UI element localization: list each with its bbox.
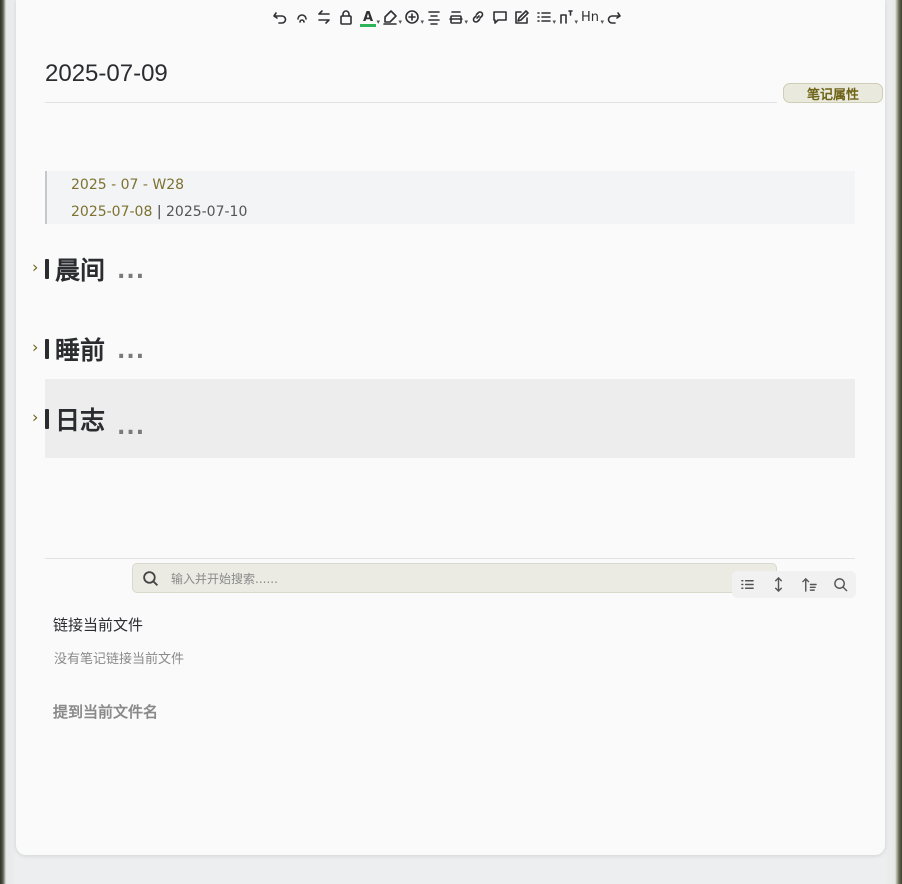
undo-button[interactable] xyxy=(270,7,290,27)
align-button[interactable] xyxy=(424,7,444,27)
link-icon xyxy=(472,11,484,23)
week-link[interactable]: 2025 - 07 - W28 xyxy=(71,177,184,193)
window-edge-right xyxy=(884,0,902,884)
text-color-icon: A xyxy=(362,9,374,25)
comment-button[interactable] xyxy=(490,7,510,27)
sort-button[interactable] xyxy=(799,574,821,596)
highlighter-button[interactable]: ▾ xyxy=(380,7,402,27)
backlinks-tools xyxy=(732,571,856,598)
backlinks-search-input[interactable] xyxy=(169,568,763,590)
list-icon xyxy=(741,580,754,589)
unlinked-mentions-title[interactable]: 提到当前文件名 xyxy=(53,701,158,722)
linked-mentions-title[interactable]: 链接当前文件 xyxy=(53,614,143,635)
comment-icon xyxy=(493,11,507,24)
heading-icon: Hn xyxy=(580,9,599,25)
text-color-swatch xyxy=(360,24,376,27)
list-button[interactable]: ▾ xyxy=(534,7,556,27)
chevron-right-icon[interactable]: › xyxy=(32,337,38,356)
expand-vertical-icon xyxy=(774,577,783,592)
window-edge-left xyxy=(0,0,16,884)
heading-text[interactable]: 睡前 xyxy=(55,331,105,367)
add-circle-icon xyxy=(405,10,419,24)
list-icon xyxy=(537,12,551,22)
swap-button[interactable] xyxy=(314,7,334,27)
superscript-button[interactable]: ▾ xyxy=(556,7,578,27)
collapsed-indicator[interactable]: ... xyxy=(117,259,145,284)
link-cycle-button[interactable] xyxy=(292,7,312,27)
heading-row-morning: › 晨间 ... xyxy=(32,229,855,308)
swap-icon xyxy=(318,10,330,24)
heading-marker xyxy=(45,338,49,359)
heading-row-journal: › 日志 ... xyxy=(32,379,855,458)
heading-row-bedtime: › 睡前 ... xyxy=(32,309,855,388)
next-day-link[interactable]: 2025-07-10 xyxy=(166,204,247,220)
search-icon xyxy=(143,571,159,587)
insert-link-button[interactable] xyxy=(468,7,488,27)
collapsed-indicator[interactable]: ... xyxy=(117,339,145,364)
note-title[interactable]: 2025-07-09 xyxy=(45,60,777,103)
link-cycle-icon xyxy=(297,14,307,23)
sort-icon xyxy=(802,577,817,592)
prev-day-link[interactable]: 2025-07-08 xyxy=(71,204,152,220)
undo-icon xyxy=(273,12,287,24)
align-icon xyxy=(428,11,440,25)
expand-button[interactable] xyxy=(768,574,790,596)
note-properties-button[interactable]: 笔记属性 xyxy=(783,83,883,103)
text-color-button[interactable]: A ▾ xyxy=(358,7,380,27)
heading-text[interactable]: 晨间 xyxy=(55,251,105,287)
redo-icon xyxy=(607,12,621,24)
search-icon xyxy=(834,578,848,592)
superscript-icon xyxy=(560,10,573,24)
editing-toolbar: A ▾ ▾ ▾ ▾ ▾ ▾ Hn ▾ xyxy=(270,6,624,28)
backlinks-divider xyxy=(45,558,855,559)
note-panel: A ▾ ▾ ▾ ▾ ▾ ▾ Hn ▾ 2025-07-09 笔记属性 2025 … xyxy=(16,0,885,855)
collapsed-indicator[interactable]: ... xyxy=(117,415,145,440)
backlinks-search xyxy=(132,563,777,593)
heading-marker xyxy=(45,258,49,279)
edit-button[interactable] xyxy=(512,7,532,27)
search-toggle-button[interactable] xyxy=(830,574,852,596)
chevron-right-icon[interactable]: › xyxy=(32,407,38,426)
lock-button[interactable] xyxy=(336,7,356,27)
highlighter-icon xyxy=(383,10,397,25)
strikethrough-box-icon xyxy=(449,11,463,24)
redo-button[interactable] xyxy=(604,7,624,27)
strikethrough-box-button[interactable]: ▾ xyxy=(446,7,468,27)
heading-text[interactable]: 日志 xyxy=(55,401,105,437)
day-nav-line: 2025-07-08 | 2025-07-10 xyxy=(71,204,247,220)
day-separator: | xyxy=(152,204,166,220)
add-circle-button[interactable]: ▾ xyxy=(402,7,424,27)
list-view-button[interactable] xyxy=(737,574,759,596)
lock-icon xyxy=(340,10,352,25)
linked-mentions-empty: 没有笔记链接当前文件 xyxy=(54,652,185,667)
chevron-right-icon[interactable]: › xyxy=(32,257,38,276)
heading-marker xyxy=(45,408,49,429)
heading-button[interactable]: Hn ▾ xyxy=(578,7,604,27)
edit-icon xyxy=(515,10,529,24)
daily-nav-block: 2025 - 07 - W28 2025-07-08 | 2025-07-10 xyxy=(45,171,855,224)
